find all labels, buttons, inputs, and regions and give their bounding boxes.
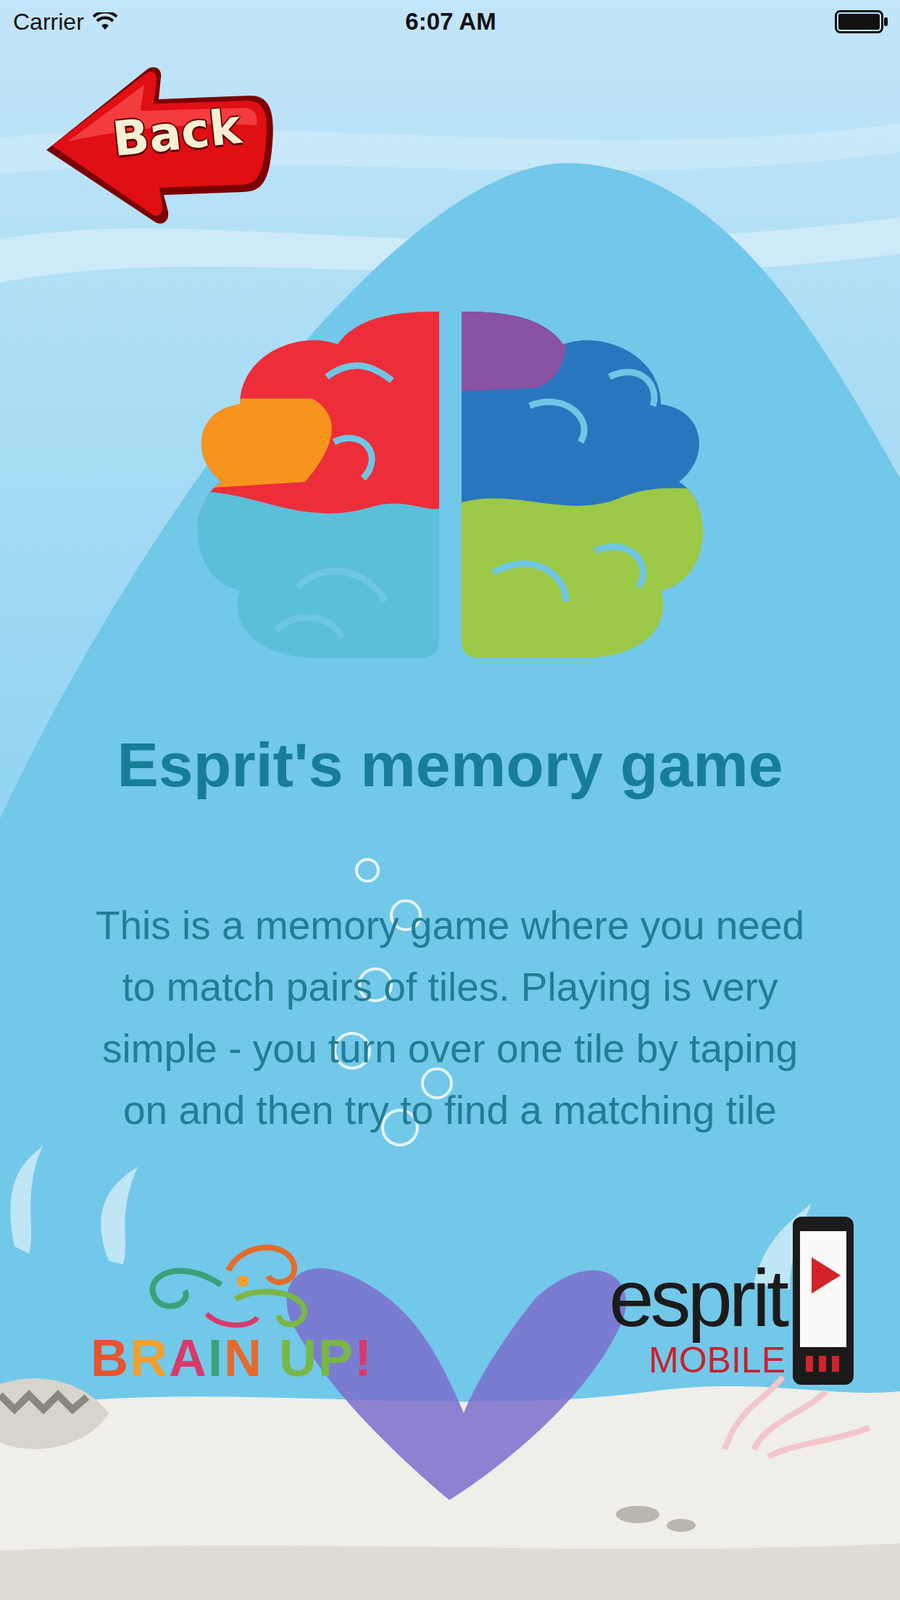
game-description: This is a memory game where you need to … — [69, 894, 831, 1142]
brainup-label: BRAIN UP! — [90, 1328, 374, 1388]
swirl-icon — [134, 1226, 330, 1336]
battery-icon — [834, 10, 889, 34]
esprit-logo: espritMOBILE — [608, 1213, 857, 1388]
brain-icon — [189, 311, 712, 658]
wifi-icon — [92, 12, 118, 32]
memory-game-info-screen: Carrier 6:07 AM Back Esprit's memory game Th… — [0, 0, 900, 1600]
brain-logo — [0, 311, 900, 658]
esprit-label: esprit — [608, 1255, 786, 1342]
esprit-subtitle: MOBILE — [648, 1340, 786, 1381]
carrier-label: Carrier — [13, 8, 85, 36]
clock: 6:07 AM — [405, 7, 496, 36]
partner-logos: BRAIN UP! espritMOBILE — [0, 1213, 900, 1388]
brainup-logo: BRAIN UP! — [79, 1226, 385, 1388]
phone-icon — [789, 1213, 857, 1388]
back-button[interactable]: Back — [39, 63, 276, 228]
status-bar: Carrier 6:07 AM — [0, 0, 900, 44]
content: Carrier 6:07 AM Back Esprit's memory game Th… — [0, 0, 900, 1388]
game-title: Esprit's memory game — [0, 727, 900, 803]
